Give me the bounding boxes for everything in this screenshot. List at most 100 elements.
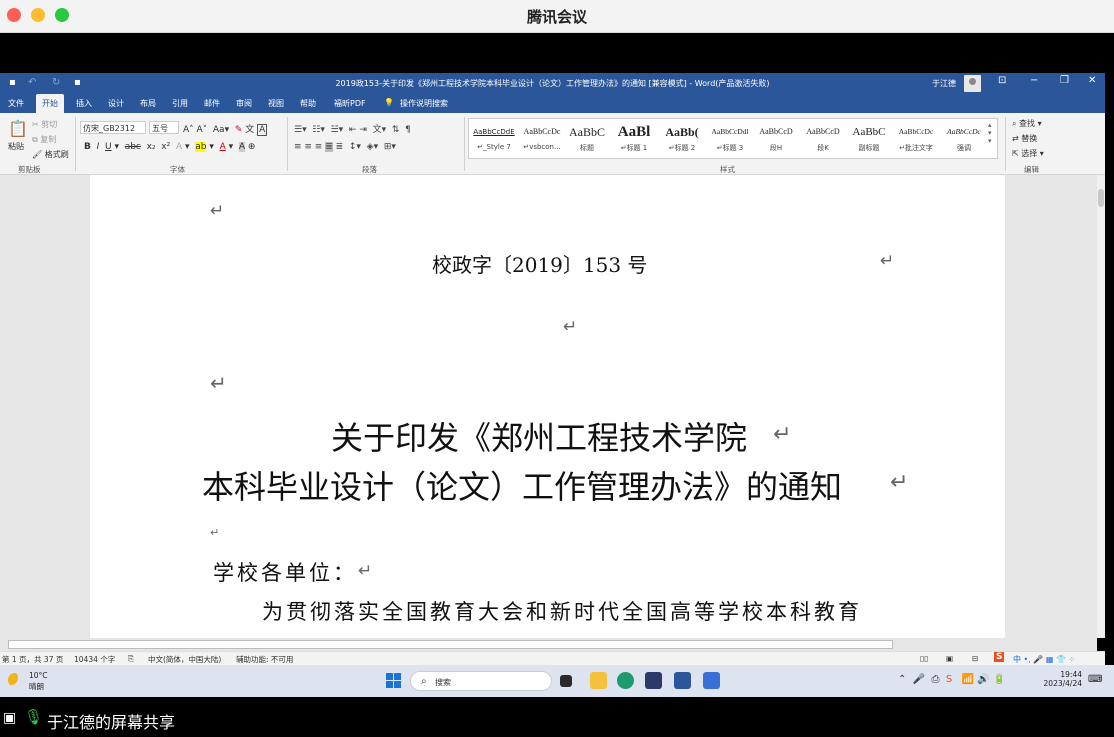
tab-review[interactable]: 审阅 <box>230 94 258 113</box>
user-name[interactable]: 于江德 <box>932 78 956 89</box>
document-page[interactable]: ↵ 校政字〔2019〕153 号 ↵ ↵ ↵ 关于印发《郑州工程技术学院 ↵ 本… <box>90 175 1005 638</box>
cut-button[interactable]: ✂ 剪切 <box>32 119 57 130</box>
redo-icon[interactable]: ↻ <box>52 77 60 88</box>
store-icon[interactable] <box>645 672 662 689</box>
replace-button[interactable]: ⇄ 替换 <box>1012 133 1037 144</box>
find-button[interactable]: ⌕ 查找 ▾ <box>1012 118 1042 129</box>
style-item[interactable]: AaBbCcD 段K <box>799 121 847 157</box>
word-count[interactable]: 10434 个字 <box>74 654 115 665</box>
align-buttons[interactable]: ≡ ≡ ≡ ≣ ≣ ↕▾ ◈▾ ⊞▾ <box>294 142 396 152</box>
scrollbar-thumb[interactable] <box>1098 189 1104 207</box>
clock[interactable]: 19:44 2023/4/24 <box>1042 670 1082 688</box>
editing-group-label: 编辑 <box>1024 165 1039 174</box>
style-item[interactable]: AaBbC 副标题 <box>845 121 893 157</box>
print-layout-icon[interactable]: ▣ <box>946 654 953 663</box>
horizontal-scrollbar[interactable] <box>0 638 1097 651</box>
paragraph-mark: ↵ <box>210 371 227 395</box>
style-item[interactable]: AaBbCcDdl ↵标题 3 <box>706 121 754 157</box>
undo-icon[interactable]: ↶ <box>28 77 36 88</box>
date: 2023/4/24 <box>1043 679 1082 688</box>
screen-share-icon[interactable]: ▣ <box>3 710 16 726</box>
paragraph-mark: ↵ <box>880 251 895 271</box>
font-size-select[interactable]: 五号 <box>149 121 179 134</box>
accessibility-status[interactable]: 辅助功能: 不可用 <box>236 654 293 665</box>
clipboard-group-label: 剪贴板 <box>18 165 41 174</box>
style-item[interactable]: AaBbCcDc 强调 <box>940 121 988 157</box>
customize-toolbar-icon[interactable]: ▪ <box>74 77 81 88</box>
salutation: 学校各单位： <box>213 561 357 585</box>
tab-home[interactable]: 开始 <box>36 94 64 113</box>
font-group-label: 字体 <box>170 165 185 174</box>
vertical-scrollbar[interactable] <box>1097 175 1105 638</box>
style-item[interactable]: AaBbCcDc ↵批注文字 <box>892 121 940 157</box>
tab-references[interactable]: 引用 <box>166 94 194 113</box>
screen-share-bar: ▣ 🎙 于江德的屏幕共享 <box>0 697 1114 737</box>
tab-view[interactable]: 视图 <box>262 94 290 113</box>
page-count[interactable]: 第 1 页，共 37 页 <box>2 654 63 665</box>
word-app-icon[interactable] <box>674 672 691 689</box>
tab-help[interactable]: 帮助 <box>294 94 322 113</box>
ribbon-display-icon[interactable]: ⊡ <box>998 75 1006 86</box>
gallery-scroll-icon[interactable]: ▴ ▾ ▾ <box>988 121 992 145</box>
document-title-line-1: 关于印发《郑州工程技术学院 <box>331 419 748 457</box>
search-icon: ⌕ <box>421 676 427 687</box>
copy-button[interactable]: ⧉ 复制 <box>32 134 56 145</box>
language-status[interactable]: 中文(简体，中国大陆) <box>148 654 221 665</box>
web-layout-icon[interactable]: ⊟ <box>972 654 978 663</box>
windows-start-icon[interactable] <box>386 673 402 689</box>
minimize-icon[interactable]: − <box>1030 75 1038 86</box>
document-number: 校政字〔2019〕153 号 <box>432 253 648 277</box>
document-canvas: ↵ 校政字〔2019〕153 号 ↵ ↵ ↵ 关于印发《郑州工程技术学院 ↵ 本… <box>0 175 1097 638</box>
moon-icon[interactable] <box>8 673 22 687</box>
sogou-input-icon[interactable]: S <box>994 652 1005 662</box>
tab-file[interactable]: 文件 <box>2 94 30 113</box>
scrollbar-track[interactable] <box>8 640 893 649</box>
select-button[interactable]: ⇱ 选择 ▾ <box>1012 148 1044 159</box>
list-buttons[interactable]: ☰▾ ☷▾ ☱▾ ⇤ ⇥ 文▾ ⇅ ¶ <box>294 122 411 135</box>
tab-foxit-pdf[interactable]: 福昕PDF <box>328 94 372 113</box>
paragraph-mark: ↵ <box>773 422 792 447</box>
ime-toolbar-icons[interactable]: 中 •, 🎤 ▦ 👕 ⁘ <box>1013 654 1075 665</box>
tab-design[interactable]: 设计 <box>102 94 130 113</box>
close-icon[interactable]: ✕ <box>1088 75 1096 86</box>
paste-icon[interactable]: 📋 <box>8 119 28 138</box>
tell-me-search[interactable]: 操作说明搜索 <box>394 94 454 113</box>
tab-mailings[interactable]: 邮件 <box>198 94 226 113</box>
tencent-meeting-icon[interactable] <box>703 672 720 689</box>
task-view-icon[interactable] <box>560 675 572 687</box>
proofing-icon[interactable]: ⎘ <box>128 654 134 664</box>
weather-description[interactable]: 晴朗 <box>29 681 44 692</box>
paste-button[interactable]: 粘贴 <box>8 141 24 152</box>
paragraph-mark: ↵ <box>210 201 225 221</box>
style-item[interactable]: AaBbCcDdE ↵_Style 7 <box>470 121 518 157</box>
system-tray-icons[interactable]: ⌃ 🎤 ⎙ S 📶 🔊 🔋 <box>898 674 1006 685</box>
file-explorer-icon[interactable] <box>590 672 607 689</box>
font-format-icons[interactable]: B I U ▾ abc x₂ x² A ▾ ab ▾ A ▾ A ⊕ <box>84 142 255 152</box>
save-icon[interactable]: ▪ <box>9 77 16 88</box>
document-title-line-2: 本科毕业设计（论文）工作管理办法》的通知 <box>202 468 843 506</box>
taskbar: 10°C 晴朗 ⌕ 搜索 ⌃ 🎤 ⎙ S 📶 🔊 🔋 19:44 2023/4/… <box>0 665 1114 697</box>
format-painter-button[interactable]: 🖌 格式刷 <box>32 149 69 160</box>
microphone-icon[interactable]: 🎙 <box>24 708 43 726</box>
style-item[interactable]: AaBbCcDc ↵vsbcon... <box>518 121 566 157</box>
font-grow-shrink-icons[interactable]: A˄ A˅ Aa▾ ✎ 文 A <box>183 122 268 136</box>
restore-icon[interactable]: ❐ <box>1060 75 1069 86</box>
meeting-window-title: 腾讯会议 <box>526 8 587 26</box>
word-titlebar: ▪ ↶ ↻ ▪ 2019政153-关于印发《郑州工程技术学院本科毕业设计（论文）… <box>0 73 1105 94</box>
style-item[interactable]: AaBl ↵标题 1 <box>610 121 658 157</box>
taskbar-search[interactable]: ⌕ 搜索 <box>410 671 552 691</box>
style-item[interactable]: AaBbCcD 段H <box>752 121 800 157</box>
avatar[interactable] <box>964 75 981 92</box>
meeting-titlebar: 腾讯会议 <box>0 0 1114 33</box>
weather-temperature[interactable]: 10°C <box>29 671 48 680</box>
notification-icon[interactable]: ⌨ <box>1088 674 1102 685</box>
style-item[interactable]: AaBbC 标题 <box>563 121 611 157</box>
style-item[interactable]: AaBb(↵标题 2 <box>658 121 706 157</box>
letterbox-band <box>0 33 1114 73</box>
font-name-select[interactable]: 仿宋_GB2312 <box>80 121 146 134</box>
tab-insert[interactable]: 插入 <box>70 94 98 113</box>
read-mode-icon[interactable]: ▯▯ <box>920 654 928 663</box>
tab-layout[interactable]: 布局 <box>134 94 162 113</box>
edge-browser-icon[interactable] <box>617 672 634 689</box>
search-placeholder: 搜索 <box>435 678 451 687</box>
